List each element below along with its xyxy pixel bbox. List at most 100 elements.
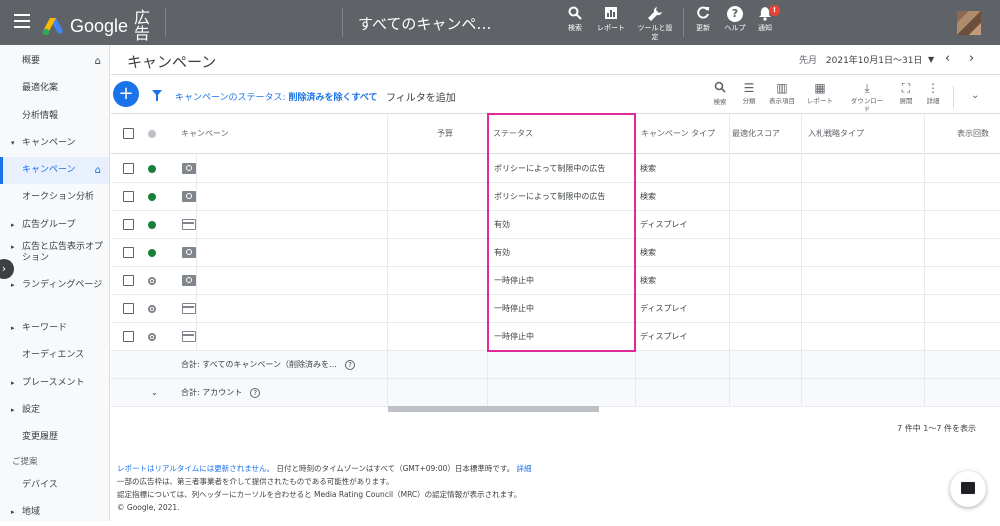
search-campaign-icon bbox=[182, 191, 196, 202]
topbar-refresh-label: 更新 bbox=[696, 24, 710, 32]
sidebar-item-keywords[interactable]: キーワード bbox=[0, 315, 109, 342]
row-checkbox[interactable] bbox=[123, 191, 134, 202]
sidebar-item-audiences[interactable]: オーディエンス bbox=[0, 342, 109, 369]
sidebar-item-insights[interactable]: 分析情報 bbox=[0, 103, 109, 130]
campaign-type-cell: ディスプレイ bbox=[640, 220, 688, 229]
sidebar-item-locations[interactable]: 地域 bbox=[0, 499, 109, 526]
column-header-bid-strategy[interactable]: 入札戦略タイプ bbox=[808, 115, 864, 153]
help-icon[interactable]: ? bbox=[250, 387, 261, 398]
row-checkbox[interactable] bbox=[123, 275, 134, 286]
sidebar-item-campaigns[interactable]: キャンペーン ⌂ bbox=[0, 157, 109, 185]
column-header-campaign[interactable]: キャンペーン bbox=[181, 115, 229, 153]
filter-icon[interactable] bbox=[152, 90, 162, 101]
realtime-notice-link[interactable]: レポートはリアルタイムには更新されません。 bbox=[117, 464, 274, 473]
status-dot-paused[interactable] bbox=[148, 277, 156, 285]
sidebar-item-change-history[interactable]: 変更履歴 bbox=[0, 424, 109, 451]
filter-label: キャンペーンのステータス: bbox=[175, 93, 286, 103]
tool-label: 検索 bbox=[713, 98, 727, 106]
status-filter-chip[interactable]: キャンペーンのステータス: 削除済みを除くすべて bbox=[175, 90, 377, 103]
sidebar-item-recommendations[interactable]: 最適化案 bbox=[0, 75, 109, 102]
main-content: キャンペーン 先月 2021年10月1日〜31日 ▼ ‹ › キャンペーンのステ… bbox=[111, 45, 1000, 521]
sidebar-item-ad-groups[interactable]: 広告グループ bbox=[0, 212, 109, 239]
topbar-report-label: レポート bbox=[597, 24, 625, 32]
search-campaign-icon bbox=[182, 163, 196, 174]
filter-bar: キャンペーンのステータス: 削除済みを除くすべて フィルタを追加 検索 ☰ 分類… bbox=[111, 76, 1000, 114]
add-campaign-button[interactable]: + bbox=[113, 81, 139, 107]
search-campaign-icon bbox=[182, 247, 196, 258]
topbar-report-button[interactable]: レポート bbox=[591, 6, 631, 33]
page-title[interactable]: すべてのキャンペ… bbox=[358, 13, 491, 34]
column-divider bbox=[387, 115, 388, 407]
table-report-button[interactable]: ▦ レポート bbox=[805, 81, 835, 105]
next-period-button[interactable]: › bbox=[969, 51, 974, 66]
campaign-type-cell: ディスプレイ bbox=[640, 332, 688, 341]
horizontal-scrollbar[interactable] bbox=[388, 406, 599, 412]
help-icon[interactable]: ? bbox=[344, 359, 355, 370]
select-all-checkbox[interactable] bbox=[123, 128, 134, 139]
sidebar-item-label: ランディングページ bbox=[22, 280, 103, 291]
status-dot-paused[interactable] bbox=[148, 333, 156, 341]
sidebar-item-auction-insights[interactable]: オークション分析 bbox=[0, 184, 109, 211]
row-checkbox[interactable] bbox=[123, 303, 134, 314]
chevron-down-icon[interactable]: ⌄ bbox=[971, 90, 979, 101]
tool-label: 分類 bbox=[742, 97, 756, 105]
column-header-optimization-score[interactable]: 最適化スコア bbox=[732, 115, 780, 153]
row-checkbox[interactable] bbox=[123, 331, 134, 342]
avatar[interactable] bbox=[957, 11, 981, 35]
sidebar-item-label: 設定 bbox=[22, 404, 41, 415]
home-icon: ⌂ bbox=[94, 56, 101, 67]
sidebar-item-settings[interactable]: 設定 bbox=[0, 397, 109, 424]
column-header-budget[interactable]: 予算 bbox=[437, 115, 453, 153]
table-columns-button[interactable]: ▥ 表示項目 bbox=[767, 81, 797, 105]
status-dot-enabled[interactable] bbox=[148, 221, 156, 229]
tool-label: 詳細 bbox=[926, 97, 940, 105]
status-dot-enabled[interactable] bbox=[148, 249, 156, 257]
sidebar-item-placements[interactable]: プレースメント bbox=[0, 370, 109, 397]
sidebar-item-label: キャンペーン bbox=[22, 137, 76, 148]
row-checkbox[interactable] bbox=[123, 219, 134, 230]
table-expand-button[interactable]: ⛶ 展開 bbox=[891, 81, 921, 105]
menu-icon[interactable] bbox=[14, 14, 30, 28]
chevron-down-icon[interactable]: ⌄ bbox=[151, 379, 158, 407]
column-header-campaign-type[interactable]: キャンペーン タイプ bbox=[641, 115, 715, 153]
topbar-tools-button[interactable]: ツールと設定 bbox=[635, 6, 675, 42]
topbar-search-button[interactable]: 検索 bbox=[555, 6, 595, 33]
status-dot-paused[interactable] bbox=[148, 305, 156, 313]
row-checkbox[interactable] bbox=[123, 163, 134, 174]
table-search-button[interactable]: 検索 bbox=[705, 81, 735, 106]
sidebar-section-suggestions: ご提案 bbox=[0, 452, 109, 472]
google-ads-logo[interactable]: Google 広告 bbox=[42, 10, 152, 42]
tool-label: レポート bbox=[807, 97, 833, 105]
table-download-button[interactable]: ⤓ ダウンロード bbox=[848, 81, 886, 113]
topbar-notifications-button[interactable]: ! 通知 bbox=[745, 5, 785, 33]
sidebar-item-overview[interactable]: 概要 ⌂ bbox=[0, 48, 109, 75]
row-checkbox[interactable] bbox=[123, 247, 134, 258]
sidebar-item-label: 最適化案 bbox=[22, 83, 59, 94]
topbar-tools-label: ツールと設定 bbox=[637, 24, 673, 41]
sidebar-group-campaigns[interactable]: キャンペーン bbox=[0, 130, 109, 157]
sidebar-item-label: プレースメント bbox=[22, 377, 85, 388]
status-dot-enabled[interactable] bbox=[148, 165, 156, 173]
feedback-chat-button[interactable] bbox=[950, 471, 986, 507]
display-campaign-icon bbox=[182, 331, 196, 342]
divider bbox=[165, 8, 166, 37]
add-filter-button[interactable]: フィルタを追加 bbox=[386, 89, 456, 104]
sidebar-item-ads-extensions[interactable]: 広告と広告表示オプション bbox=[0, 239, 109, 277]
prev-period-button[interactable]: ‹ bbox=[945, 51, 950, 66]
date-preset: 先月 bbox=[799, 56, 818, 66]
date-dropdown-icon[interactable]: ▼ bbox=[928, 55, 934, 64]
date-range: 2021年10月1日〜31日 bbox=[825, 56, 923, 66]
column-divider bbox=[924, 115, 925, 407]
status-dot-enabled[interactable] bbox=[148, 193, 156, 201]
date-range-picker[interactable]: 先月 2021年10月1日〜31日 bbox=[799, 53, 922, 66]
campaign-type-cell: 検索 bbox=[640, 192, 656, 201]
report-icon bbox=[603, 6, 619, 22]
table-segment-button[interactable]: ☰ 分類 bbox=[734, 81, 764, 105]
sidebar-item-landing-pages[interactable]: ランディングページ bbox=[0, 277, 109, 315]
total-account-row: ⌄ 合計: アカウント? bbox=[111, 379, 1000, 407]
column-header-impressions[interactable]: 表示回数 bbox=[957, 115, 989, 153]
table-more-button[interactable]: ⋮ 詳細 bbox=[918, 81, 948, 105]
sidebar-item-devices[interactable]: デバイス bbox=[0, 472, 109, 499]
detail-link[interactable]: 詳細 bbox=[517, 464, 532, 473]
copyright: © Google, 2021. bbox=[117, 503, 180, 512]
